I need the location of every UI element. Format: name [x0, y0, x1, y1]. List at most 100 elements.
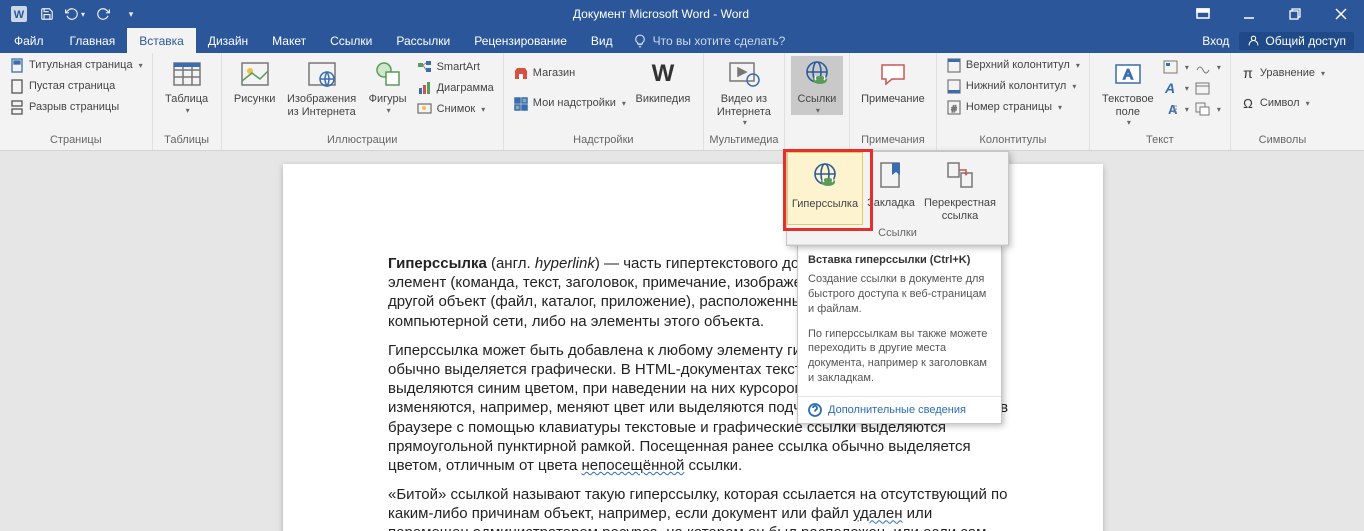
object-button[interactable]: ▾: [1192, 100, 1224, 118]
screenshot-button[interactable]: Снимок▾: [414, 100, 497, 118]
group-illustrations: Рисунки Изображения из Интернета Фигуры▾…: [222, 53, 504, 150]
group-text: AТекстовое поле▾ ▾ A▾ A▾ ▾ ▾ Текст: [1090, 53, 1231, 150]
share-label: Общий доступ: [1265, 34, 1346, 48]
tell-me-text: Что вы хотите сделать?: [653, 34, 786, 48]
cover-page-icon: [9, 57, 25, 73]
cover-page-button[interactable]: Титульная страница▾: [6, 56, 146, 74]
pictures-icon: [239, 58, 271, 90]
redo-icon[interactable]: [92, 3, 114, 25]
online-pictures-button[interactable]: Изображения из Интернета: [282, 56, 362, 118]
online-pictures-icon: [306, 58, 338, 90]
crossref-icon: [944, 159, 976, 191]
tab-layout[interactable]: Макет: [260, 28, 318, 53]
tooltip-text: Создание ссылки в документе для быстрого…: [808, 272, 991, 317]
tooltip-more-link[interactable]: Дополнительные сведения: [798, 396, 1001, 423]
shapes-icon: [372, 58, 404, 90]
bookmark-button[interactable]: Закладка: [863, 152, 919, 225]
signin-link[interactable]: Вход: [1202, 34, 1229, 48]
svg-text:W: W: [14, 9, 25, 21]
group-symbols: πУравнение▾ ΩСимвол▾ Символы: [1231, 53, 1334, 150]
share-icon: [1247, 34, 1260, 47]
quickparts-icon: [1163, 59, 1179, 75]
window-title: Документ Microsoft Word - Word: [142, 7, 1180, 21]
bookmark-icon: [875, 159, 907, 191]
wikipedia-button[interactable]: WВикипедия: [629, 56, 697, 106]
datetime-icon: [1195, 80, 1211, 96]
restore-icon[interactable]: [1272, 0, 1318, 28]
tab-view[interactable]: Вид: [579, 28, 625, 53]
video-button[interactable]: Видео из Интернета▾: [710, 56, 778, 127]
group-pages: Титульная страница▾ Пустая страница Разр…: [0, 53, 153, 150]
save-icon[interactable]: [36, 3, 58, 25]
header-icon: [946, 57, 962, 73]
page-break-icon: [9, 99, 25, 115]
symbol-icon: Ω: [1240, 95, 1256, 111]
group-addins: Магазин Мои надстройки▾ WВикипедия Надст…: [504, 53, 704, 150]
smartart-button[interactable]: SmartArt: [414, 58, 497, 76]
video-icon: [728, 58, 760, 90]
tab-references[interactable]: Ссылки: [318, 28, 384, 53]
footer-icon: [946, 78, 962, 94]
signature-button[interactable]: ▾: [1192, 58, 1224, 76]
group-comments: Примечание Примечания: [850, 53, 937, 150]
textbox-button[interactable]: AТекстовое поле▾: [1096, 56, 1160, 127]
blank-page-button[interactable]: Пустая страница: [6, 77, 146, 95]
datetime-button[interactable]: [1192, 79, 1224, 97]
wordart-icon: A: [1163, 80, 1179, 96]
screenshot-icon: [417, 101, 433, 117]
window-controls: [1180, 0, 1364, 28]
qat-customize-icon[interactable]: ▾: [120, 3, 142, 25]
equation-icon: π: [1240, 65, 1256, 81]
group-links: Ссылки▾: [785, 53, 850, 150]
ribbon-options-icon[interactable]: [1180, 0, 1226, 28]
wikipedia-icon: W: [647, 58, 679, 90]
pictures-button[interactable]: Рисунки: [228, 56, 282, 106]
tab-review[interactable]: Рецензирование: [462, 28, 579, 53]
comment-button[interactable]: Примечание: [856, 56, 930, 106]
chart-button[interactable]: Диаграмма: [414, 79, 497, 97]
svg-text:Ω: Ω: [1243, 96, 1253, 110]
doc-paragraph: «Битой» ссылкой называют такую гиперссыл…: [388, 485, 1013, 531]
header-button[interactable]: Верхний колонтитул▾: [943, 56, 1083, 74]
tab-mailings[interactable]: Рассылки: [384, 28, 462, 53]
signature-icon: [1195, 59, 1211, 75]
page-number-icon: #: [946, 99, 962, 115]
word-icon: W: [8, 3, 30, 25]
shapes-button[interactable]: Фигуры▾: [362, 56, 414, 115]
svg-text:#: #: [951, 104, 956, 114]
close-icon[interactable]: [1318, 0, 1364, 28]
wordart-button[interactable]: A▾: [1160, 79, 1192, 97]
minimize-icon[interactable]: [1226, 0, 1272, 28]
tooltip-title: Вставка гиперссылки (Ctrl+K): [808, 254, 991, 266]
ribbon: Титульная страница▾ Пустая страница Разр…: [0, 53, 1364, 151]
page-number-button[interactable]: #Номер страницы▾: [943, 98, 1083, 116]
group-headerfooter: Верхний колонтитул▾ Нижний колонтитул▾ #…: [937, 53, 1090, 150]
page-break-button[interactable]: Разрыв страницы: [6, 98, 146, 116]
ribbon-tabs: Файл Главная Вставка Дизайн Макет Ссылки…: [0, 28, 1364, 53]
hyperlink-button[interactable]: Гиперссылка: [787, 152, 863, 225]
dropcap-button[interactable]: A▾: [1160, 100, 1192, 118]
tab-insert[interactable]: Вставка: [127, 28, 196, 53]
footer-button[interactable]: Нижний колонтитул▾: [943, 77, 1083, 95]
group-label: Страницы: [0, 134, 152, 150]
document-canvas[interactable]: Гиперссылка (англ. hyperlink) — часть ги…: [0, 151, 1364, 531]
svg-text:A: A: [1123, 66, 1133, 82]
quickparts-button[interactable]: ▾: [1160, 58, 1192, 76]
store-icon: [513, 65, 529, 81]
tab-design[interactable]: Дизайн: [196, 28, 260, 53]
symbol-button[interactable]: ΩСимвол▾: [1237, 94, 1328, 112]
equation-button[interactable]: πУравнение▾: [1237, 64, 1328, 82]
tell-me[interactable]: Что вы хотите сделать?: [625, 28, 786, 53]
bulb-icon: [633, 34, 647, 48]
tab-home[interactable]: Главная: [58, 28, 128, 53]
tab-file[interactable]: Файл: [0, 28, 58, 53]
my-addins-button[interactable]: Мои надстройки▾: [510, 94, 629, 112]
store-button[interactable]: Магазин: [510, 64, 629, 82]
group-media: Видео из Интернета▾ Мультимедиа: [704, 53, 785, 150]
links-button[interactable]: Ссылки▾: [791, 56, 843, 115]
undo-icon[interactable]: ▾: [64, 3, 86, 25]
table-button[interactable]: Таблица▾: [159, 56, 215, 115]
share-button[interactable]: Общий доступ: [1239, 32, 1354, 50]
crossref-button[interactable]: Перекрестная ссылка: [919, 152, 1001, 225]
object-icon: [1195, 101, 1211, 117]
